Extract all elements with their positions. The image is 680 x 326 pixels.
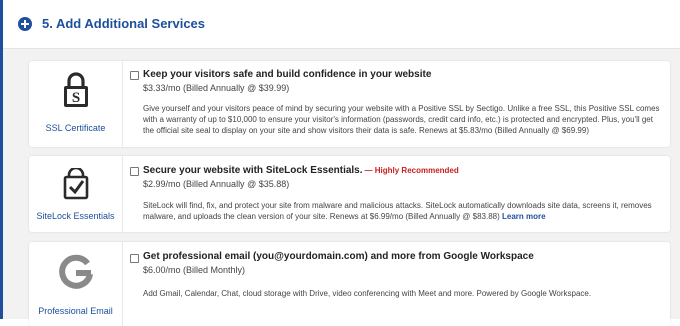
- service-price: $3.33/mo (Billed Annually @ $39.99): [143, 83, 290, 93]
- service-title-text: Secure your website with SiteLock Essent…: [143, 165, 363, 176]
- service-title: Get professional email (you@yourdomain.c…: [143, 251, 534, 262]
- service-label: SiteLock Essentials: [36, 211, 115, 221]
- ssl-checkbox[interactable]: [130, 71, 139, 80]
- section-header[interactable]: 5. Add Additional Services: [3, 0, 680, 49]
- ssl-lock-icon: S: [29, 71, 122, 114]
- service-title: Keep your visitors safe and build confid…: [143, 69, 432, 80]
- service-description: SiteLock will find, fix, and protect you…: [143, 200, 662, 222]
- service-label: Professional Email: [38, 306, 113, 316]
- plus-circle-icon[interactable]: [18, 17, 32, 31]
- service-card-side: S SSL Certificate: [29, 61, 123, 147]
- service-label: SSL Certificate: [45, 123, 106, 133]
- sitelock-checkbox[interactable]: [130, 167, 139, 176]
- service-card-side: SiteLock Essentials: [29, 156, 123, 232]
- svg-text:S: S: [71, 90, 79, 106]
- service-description: Add Gmail, Calendar, Chat, cloud storage…: [143, 289, 592, 298]
- google-g-icon: [29, 254, 122, 295]
- service-description: Give yourself and your visitors peace of…: [143, 104, 660, 135]
- email-checkbox[interactable]: [130, 254, 139, 263]
- sitelock-shield-check-icon: [29, 166, 122, 205]
- learn-more-link[interactable]: Learn more: [502, 212, 546, 221]
- service-title: Secure your website with SiteLock Essent…: [143, 165, 459, 176]
- service-price: $2.99/mo (Billed Annually @ $35.88): [143, 179, 290, 189]
- recommended-badge: — Highly Recommended: [364, 166, 459, 175]
- service-description-text: SiteLock will find, fix, and protect you…: [143, 201, 652, 221]
- service-price: $6.00/mo (Billed Monthly): [143, 265, 246, 275]
- section-title: 5. Add Additional Services: [42, 16, 206, 31]
- service-card-email: Professional Email Get professional emai…: [29, 242, 670, 326]
- service-card-ssl: S SSL Certificate Keep your visitors saf…: [29, 61, 670, 147]
- service-card-side: Professional Email: [29, 242, 123, 326]
- service-card-sitelock: SiteLock Essentials Secure your website …: [29, 156, 670, 232]
